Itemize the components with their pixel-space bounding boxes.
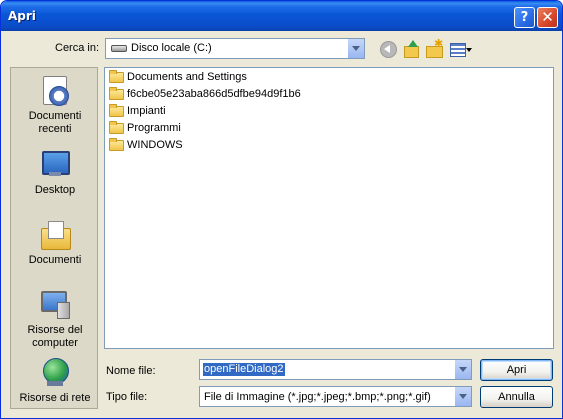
file-name-field[interactable]: openFileDialog2 xyxy=(199,359,472,380)
folder-icon xyxy=(109,70,124,83)
close-button[interactable]: ✕ xyxy=(537,7,558,28)
recent-documents-icon xyxy=(39,74,71,106)
desktop-icon xyxy=(39,148,71,180)
documents-icon xyxy=(39,218,71,250)
file-name: Impianti xyxy=(127,105,166,117)
computer-icon xyxy=(39,288,71,320)
window-title: Apri xyxy=(8,9,36,23)
file-name-value[interactable]: openFileDialog2 xyxy=(203,363,285,376)
file-name: WINDOWS xyxy=(127,139,183,151)
place-label: Risorse di rete xyxy=(19,392,91,404)
folder-icon xyxy=(109,104,124,117)
place-my-computer[interactable]: Risorse del computer xyxy=(11,288,99,350)
file-list[interactable]: Documents and Settings f6cbe05e23aba866d… xyxy=(104,67,554,349)
place-label: Desktop xyxy=(34,184,76,196)
chevron-down-icon[interactable] xyxy=(454,360,471,379)
place-label: Documenti recenti xyxy=(28,110,82,135)
views-menu-icon[interactable] xyxy=(449,40,473,58)
up-one-level-icon[interactable] xyxy=(402,40,420,58)
folder-icon xyxy=(109,138,124,151)
place-recent-documents[interactable]: Documenti recenti xyxy=(11,74,99,136)
look-in-dropdown[interactable]: Disco locale (C:) xyxy=(105,38,365,59)
place-documents[interactable]: Documenti xyxy=(11,218,99,267)
place-label: Documenti xyxy=(28,254,82,266)
back-icon[interactable] xyxy=(379,40,397,58)
open-file-dialog: Apri ? ✕ Cerca in: Disco locale (C:) Doc… xyxy=(0,0,563,419)
folder-icon xyxy=(109,87,124,100)
file-type-label: Tipo file: xyxy=(106,391,148,403)
chevron-down-icon[interactable] xyxy=(454,387,471,406)
file-type-value: File di Immagine (*.jpg;*.jpeg;*.bmp;*.p… xyxy=(204,391,431,403)
file-name: f6cbe05e23aba866d5dfbe94d9f1b6 xyxy=(127,88,301,100)
place-network[interactable]: Risorse di rete xyxy=(11,356,99,405)
hard-drive-icon xyxy=(111,45,127,52)
folder-icon xyxy=(109,121,124,134)
look-in-label: Cerca in: xyxy=(55,42,100,54)
file-type-dropdown[interactable]: File di Immagine (*.jpg;*.jpeg;*.bmp;*.p… xyxy=(199,386,472,407)
help-button[interactable]: ? xyxy=(514,7,535,28)
chevron-down-icon[interactable] xyxy=(347,39,364,58)
place-desktop[interactable]: Desktop xyxy=(11,148,99,197)
file-name: Programmi xyxy=(127,122,181,134)
cancel-button[interactable]: Annulla xyxy=(480,386,553,408)
network-icon xyxy=(39,356,71,388)
file-name: Documents and Settings xyxy=(127,71,247,83)
open-button[interactable]: Apri xyxy=(480,359,553,381)
title-bar[interactable]: Apri ? ✕ xyxy=(1,1,562,31)
file-name-label: Nome file: xyxy=(106,365,156,377)
places-bar: Documenti recenti Desktop Documenti Riso… xyxy=(10,67,98,409)
new-folder-icon[interactable] xyxy=(425,37,443,58)
look-in-value: Disco locale (C:) xyxy=(131,42,212,54)
place-label: Risorse del computer xyxy=(27,324,83,349)
